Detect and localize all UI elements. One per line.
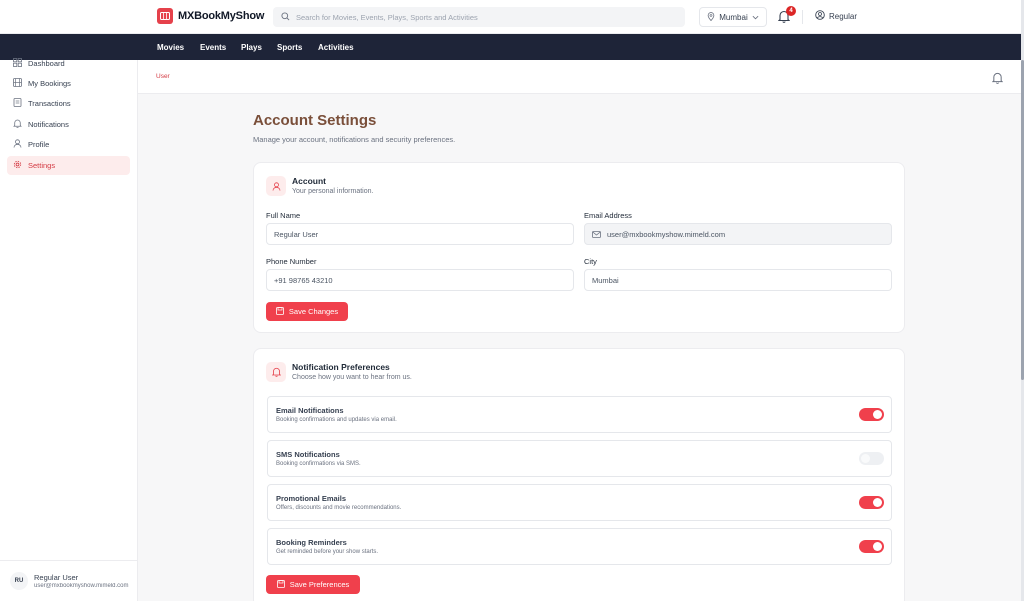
save-icon bbox=[275, 306, 284, 317]
pref-description: Booking confirmations and updates via em… bbox=[276, 417, 397, 423]
page-title: Account Settings bbox=[253, 112, 377, 129]
save-icon bbox=[276, 579, 285, 590]
notification-preferences-card: Notification Preferences Choose how you … bbox=[253, 348, 905, 601]
phone-input[interactable] bbox=[274, 275, 544, 285]
pref-description: Booking confirmations via SMS. bbox=[276, 461, 361, 467]
sidebar-user-name: Regular User bbox=[34, 573, 79, 582]
breadcrumb-bar: User bbox=[138, 60, 1021, 94]
save-changes-button[interactable]: Save Changes bbox=[266, 302, 348, 321]
user-menu[interactable]: Regular bbox=[815, 10, 857, 22]
mail-icon bbox=[592, 225, 601, 243]
pref-email-notifications: Email Notifications Booking confirmation… bbox=[267, 396, 892, 433]
sidebar-item-settings[interactable]: Settings bbox=[7, 156, 130, 175]
notifications-button[interactable]: 4 bbox=[777, 6, 796, 24]
sidebar-item-profile[interactable]: Profile bbox=[7, 135, 130, 154]
header-divider bbox=[802, 10, 803, 24]
search-bar[interactable] bbox=[273, 7, 685, 27]
sidebar-user-card[interactable]: RU Regular User user@mxbookmyshow.mimeld… bbox=[0, 560, 137, 601]
sidebar-item-label: Profile bbox=[28, 140, 50, 149]
pref-title: Email Notifications bbox=[276, 406, 344, 415]
city-selector[interactable]: Mumbai bbox=[699, 7, 767, 27]
pref-description: Offers, discounts and movie recommendati… bbox=[276, 505, 402, 511]
full-name-field[interactable] bbox=[266, 223, 574, 245]
user-icon bbox=[266, 176, 286, 196]
sidebar-item-dashboard[interactable]: Dashboard bbox=[7, 54, 130, 73]
account-card-subtitle: Your personal information. bbox=[292, 188, 374, 195]
bell-icon bbox=[266, 362, 286, 382]
toggle-knob bbox=[873, 498, 882, 507]
city-label: Mumbai bbox=[719, 12, 748, 22]
pref-description: Get reminded before your show starts. bbox=[276, 549, 379, 555]
nav-sports[interactable]: Sports bbox=[277, 43, 302, 52]
category-nav: Movies Events Plays Sports Activities bbox=[0, 34, 1021, 60]
email-field bbox=[584, 223, 892, 245]
account-card-title: Account bbox=[292, 176, 326, 186]
pref-title: Booking Reminders bbox=[276, 538, 347, 547]
nav-activities[interactable]: Activities bbox=[318, 43, 354, 52]
pref-promotional-emails: Promotional Emails Offers, discounts and… bbox=[267, 484, 892, 521]
ticket-logo-icon bbox=[157, 8, 173, 24]
pref-title: SMS Notifications bbox=[276, 450, 340, 459]
full-name-label: Full Name bbox=[266, 211, 301, 220]
pref-booking-reminders: Booking Reminders Get reminded before yo… bbox=[267, 528, 892, 565]
notifications-card-title: Notification Preferences bbox=[292, 362, 390, 372]
email-input bbox=[607, 229, 877, 239]
pref-sms-notifications: SMS Notifications Booking confirmations … bbox=[267, 440, 892, 477]
nav-events[interactable]: Events bbox=[200, 43, 226, 52]
search-input[interactable] bbox=[296, 12, 676, 22]
notifications-card-subtitle: Choose how you want to hear from us. bbox=[292, 374, 412, 381]
toggle-knob bbox=[873, 542, 882, 551]
account-card: Account Your personal information. Full … bbox=[253, 162, 905, 333]
sidebar-item-label: Transactions bbox=[28, 99, 71, 108]
brand-name: MXBookMyShow bbox=[178, 10, 265, 22]
nav-movies[interactable]: Movies bbox=[157, 43, 184, 52]
film-icon bbox=[13, 78, 22, 89]
sidebar-item-notifications[interactable]: Notifications bbox=[7, 115, 130, 134]
sidebar-item-label: My Bookings bbox=[28, 79, 71, 88]
city-field-label: City bbox=[584, 257, 597, 266]
save-preferences-label: Save Preferences bbox=[289, 580, 350, 589]
sidebar: Dashboard My Bookings Transactions Notif… bbox=[0, 58, 138, 601]
chevron-down-icon bbox=[752, 13, 759, 22]
receipt-icon bbox=[13, 98, 22, 109]
notification-count-badge: 4 bbox=[786, 6, 796, 16]
nav-plays[interactable]: Plays bbox=[241, 43, 262, 52]
phone-label: Phone Number bbox=[266, 257, 317, 266]
gear-icon bbox=[13, 160, 22, 171]
map-pin-icon bbox=[707, 11, 715, 23]
sidebar-user-email: user@mxbookmyshow.mimeld.com bbox=[34, 583, 129, 589]
search-icon bbox=[281, 8, 290, 26]
promotional-emails-toggle[interactable] bbox=[859, 496, 884, 509]
toggle-knob bbox=[861, 454, 870, 463]
email-notifications-toggle[interactable] bbox=[859, 408, 884, 421]
bell-icon[interactable] bbox=[991, 71, 1004, 89]
sidebar-item-transactions[interactable]: Transactions bbox=[7, 94, 130, 113]
pref-title: Promotional Emails bbox=[276, 494, 347, 503]
user-label: Regular bbox=[829, 11, 858, 21]
full-name-input[interactable] bbox=[274, 229, 544, 239]
top-header: MXBookMyShow Mumbai 4 Regular bbox=[0, 0, 1021, 34]
city-field[interactable] bbox=[584, 269, 892, 291]
toggle-knob bbox=[873, 410, 882, 419]
phone-field[interactable] bbox=[266, 269, 574, 291]
email-label: Email Address bbox=[584, 211, 632, 220]
page-subtitle: Manage your account, notifications and s… bbox=[253, 135, 456, 144]
brand-logo[interactable]: MXBookMyShow bbox=[157, 8, 264, 24]
grid-icon bbox=[13, 58, 22, 69]
user-circle-icon bbox=[815, 10, 825, 22]
city-input[interactable] bbox=[592, 275, 862, 285]
user-icon bbox=[13, 139, 22, 150]
booking-reminders-toggle[interactable] bbox=[859, 540, 884, 553]
sidebar-item-label: Notifications bbox=[28, 120, 69, 129]
sidebar-item-label: Settings bbox=[28, 161, 56, 170]
breadcrumb[interactable]: User bbox=[156, 73, 170, 80]
save-changes-label: Save Changes bbox=[288, 307, 339, 316]
sidebar-item-label: Dashboard bbox=[28, 59, 65, 68]
bell-icon bbox=[13, 119, 22, 130]
avatar: RU bbox=[10, 572, 28, 590]
sidebar-item-my-bookings[interactable]: My Bookings bbox=[7, 74, 130, 93]
save-preferences-button[interactable]: Save Preferences bbox=[266, 575, 360, 594]
sms-notifications-toggle[interactable] bbox=[859, 452, 884, 465]
